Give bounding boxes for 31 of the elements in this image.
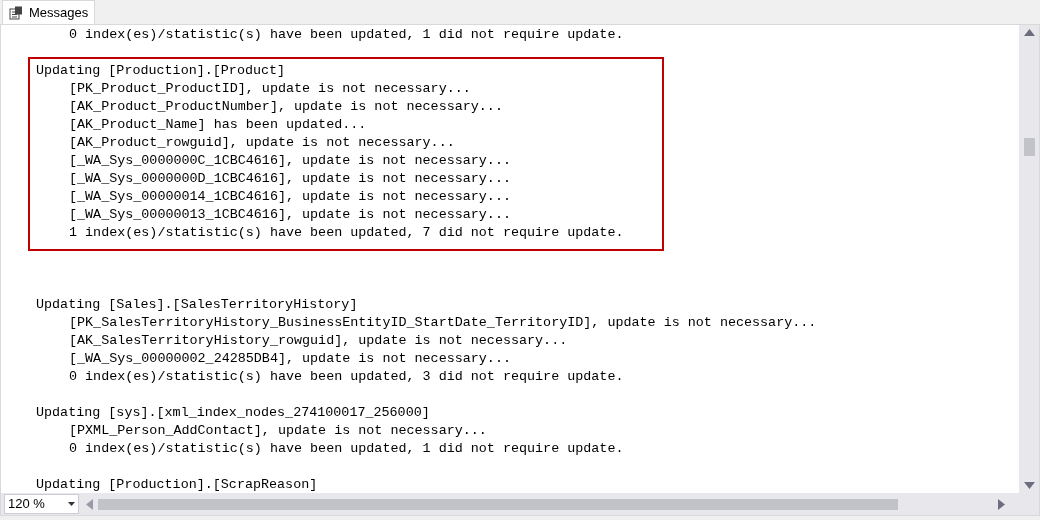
caret-icon (68, 502, 75, 506)
scroll-left-icon[interactable] (86, 498, 93, 510)
message-line: [PK_SalesTerritoryHistory_BusinessEntityID_StartDate_TerritoryID], update is not necessary... (68, 314, 817, 332)
message-line: [_WA_Sys_0000000D_1CBC4616], update is not necessary... (68, 170, 511, 188)
message-line: 1 index(es)/statistic(s) have been updated, 7 did not require update. (68, 224, 624, 242)
message-line: 0 index(es)/statistic(s) have been updated, 1 did not require update. (68, 26, 624, 44)
message-line: [_WA_Sys_00000014_1CBC4616], update is not necessary... (68, 188, 511, 206)
message-line: [AK_SalesTerritoryHistory_rowguid], update is not necessary... (68, 332, 568, 350)
messages-tab[interactable]: Messages (2, 0, 96, 24)
message-line: [_WA_Sys_00000002_24285DB4], update is not necessary... (68, 350, 511, 368)
scrollbar-thumb[interactable] (98, 498, 898, 510)
message-line: 0 index(es)/statistic(s) have been updated, 1 did not require update. (68, 440, 624, 458)
message-header: Updating [Production].[ScrapReason] (36, 476, 318, 493)
vertical-scrollbar[interactable] (1019, 25, 1039, 493)
scrollbar-thumb[interactable] (1024, 138, 1035, 156)
message-line: [_WA_Sys_0000000C_1CBC4616], update is not necessary... (68, 152, 511, 170)
message-line: [AK_Product_Name] has been updated... (68, 116, 367, 134)
message-header: Updating [sys].[xml_index_nodes_274100017_256000] (36, 404, 430, 422)
message-line: 0 index(es)/statistic(s) have been updated, 3 did not require update. (68, 368, 624, 386)
message-header: Updating [Production].[Product] (36, 62, 286, 80)
message-line: [AK_Product_ProductNumber], update is not necessary... (68, 98, 503, 116)
zoom-dropdown[interactable]: 120 % (4, 494, 79, 514)
scroll-down-icon[interactable] (1023, 482, 1035, 489)
message-line: [AK_Product_rowguid], update is not necessary... (68, 134, 455, 152)
message-line: [PXML_Person_AddContact], update is not necessary... (68, 422, 487, 440)
message-line: [PK_Product_ProductID], update is not necessary... (68, 80, 471, 98)
message-line: [_WA_Sys_00000013_1CBC4616], update is not necessary... (68, 206, 511, 224)
document-list-icon (9, 5, 23, 20)
message-header: Updating [Sales].[SalesTerritoryHistory] (36, 296, 358, 314)
scroll-right-icon[interactable] (998, 498, 1005, 510)
scroll-up-icon[interactable] (1023, 29, 1035, 36)
